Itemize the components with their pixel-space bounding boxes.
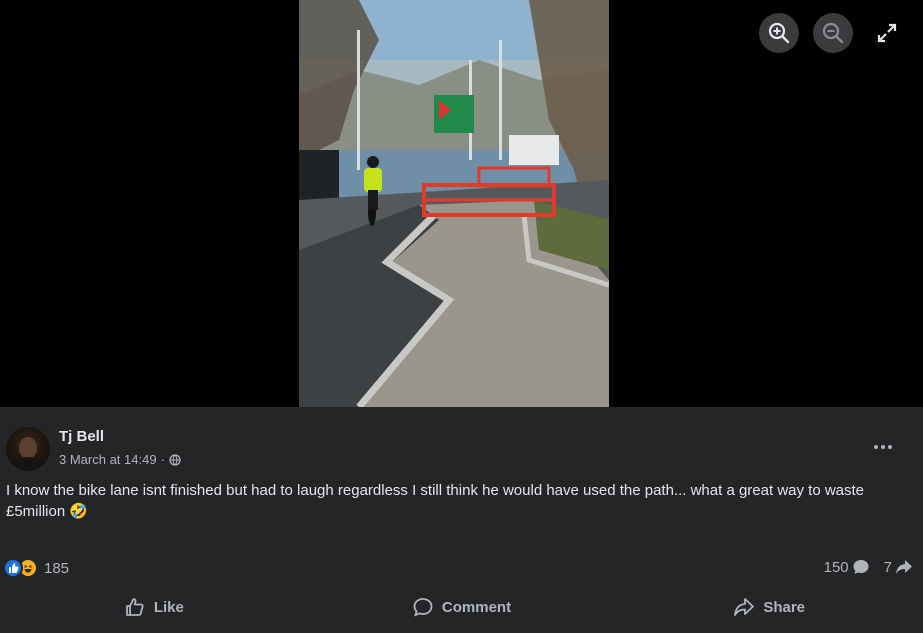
meta-separator: · [160,452,165,467]
comment-bubble-icon [853,560,869,574]
dot-icon [874,445,878,449]
engagement-counts: 150 7 [824,558,913,576]
post-photo[interactable] [299,0,609,407]
globe-icon [169,453,181,466]
like-label: Like [153,598,184,616]
post-timestamp[interactable]: 3 March at 14:49 [59,452,157,467]
share-icon [734,598,755,616]
comment-icon [413,598,433,617]
thumbs-up-icon [125,598,144,616]
dot-icon [888,445,892,449]
post-text: I know the bike lane isnt finished but h… [6,482,865,520]
post-actions: Like Comment Share [0,589,923,625]
zoom-out-button[interactable] [813,13,853,53]
expand-icon [877,23,897,43]
like-icon [3,558,23,578]
avatar-face [19,437,37,459]
photo-illustration [299,0,609,407]
post-meta: 3 March at 14:49 · [59,452,181,467]
photo-viewer [0,0,923,407]
zoom-out-icon [822,22,844,44]
reaction-count: 185 [44,559,70,577]
shares-count-value: 7 [883,558,892,576]
share-arrow-icon [896,560,912,574]
share-button[interactable]: Share [615,589,923,625]
shares-count[interactable]: 7 [884,558,913,576]
avatar[interactable] [6,427,50,471]
zoom-in-button[interactable] [759,13,799,53]
zoom-in-icon [768,22,790,44]
comment-button[interactable]: Comment [308,589,616,625]
post-panel: Tj Bell 3 March at 14:49 · I know the bi… [0,407,923,633]
comment-label: Comment [441,598,512,616]
author-name[interactable]: Tj Bell [59,428,104,445]
fullscreen-button[interactable] [867,13,907,53]
dot-icon [881,445,885,449]
share-label: Share [763,598,806,616]
like-button[interactable]: Like [0,589,308,625]
more-options-button[interactable] [866,436,900,458]
comments-count[interactable]: 150 [824,558,870,576]
comments-count-value: 150 [823,558,849,576]
avatar-shoulders [10,457,46,471]
reactions-summary[interactable]: 185 [3,558,69,578]
